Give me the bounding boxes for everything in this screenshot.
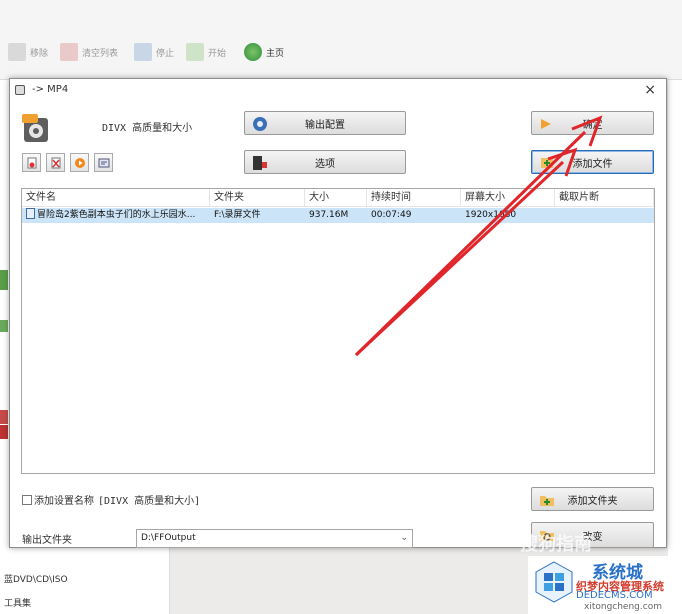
file-list[interactable]: 文件名 文件夹 大小 持续时间 屏幕大小 截取片断 冒险岛2紫色副本虫子们的水上…	[21, 188, 655, 474]
small-toolbar	[22, 153, 113, 172]
column-header-folder[interactable]: 文件夹	[210, 189, 305, 207]
bg-home-tool[interactable]: 主页	[244, 40, 284, 64]
clear-items-button[interactable]	[46, 153, 65, 172]
title-bar: -> MP4 ×	[10, 79, 666, 103]
info-icon	[98, 158, 109, 167]
cell-duration: 00:07:49	[371, 210, 412, 220]
output-settings-label: 输出配置	[305, 119, 345, 131]
output-folder-select[interactable]: D:\FFOutput ⌄	[136, 529, 413, 548]
add-setting-name-label: 添加设置名称	[34, 496, 94, 507]
add-setting-name-checkbox[interactable]	[22, 494, 32, 505]
output-folder-label: 输出文件夹	[22, 535, 72, 546]
clear-items-icon	[51, 157, 60, 168]
add-setting-name-option[interactable]: 添加设置名称 [DIVX 高质量和大小]	[22, 492, 200, 507]
bg-start-label: 开始	[208, 48, 227, 59]
background-toolbar: 移除 清空列表 停止 开始 主页	[0, 0, 682, 80]
cell-clip	[555, 208, 654, 223]
cell-size: 937.16M	[309, 210, 349, 220]
column-header-screen-size[interactable]: 屏幕大小	[461, 189, 555, 207]
bg-start-tool[interactable]: 开始	[186, 40, 226, 64]
table-row[interactable]: 冒险岛2紫色副本虫子们的水上乐园水... F:\录屏文件 937.16M 00:…	[22, 208, 654, 223]
video-file-icon	[26, 208, 35, 219]
sogou-watermark: 搜狗指南	[520, 534, 592, 555]
remove-item-button[interactable]	[22, 153, 41, 172]
bg-stripe	[0, 425, 8, 439]
cell-folder: F:\录屏文件	[214, 210, 261, 220]
options-button[interactable]: 选项	[244, 150, 406, 174]
bg-stripe	[0, 410, 8, 424]
setting-name-value: [DIVX 高质量和大小]	[98, 496, 201, 507]
bg-stripe	[0, 320, 8, 332]
windows-logo-icon	[535, 561, 573, 603]
options-label: 选项	[315, 158, 335, 170]
ok-label: 确定	[582, 119, 603, 131]
gear-icon	[253, 117, 267, 131]
output-folder-value: D:\FFOutput	[141, 533, 196, 543]
add-file-icon	[541, 158, 553, 168]
bg-stop-tool[interactable]: 停止	[134, 40, 174, 64]
film-icon	[253, 156, 267, 170]
bg-clear-label: 清空列表	[82, 48, 119, 59]
column-header-size[interactable]: 大小	[305, 189, 367, 207]
output-settings-button[interactable]: 输出配置	[244, 111, 406, 135]
clear-list-icon	[60, 43, 78, 61]
arrow-right-icon	[541, 119, 551, 129]
remove-icon	[8, 43, 26, 61]
site-domain: xitongcheng.com	[584, 602, 662, 612]
add-file-button[interactable]: 添加文件	[531, 150, 654, 174]
bg-tools-item[interactable]: 工具集	[4, 596, 31, 609]
bg-stop-label: 停止	[156, 48, 175, 59]
bg-home-label: 主页	[266, 48, 285, 59]
stop-icon	[134, 43, 152, 61]
home-icon	[244, 43, 262, 61]
column-header-duration[interactable]: 持续时间	[367, 189, 461, 207]
file-list-header: 文件名 文件夹 大小 持续时间 屏幕大小 截取片断	[22, 189, 654, 207]
bg-clear-tool[interactable]: 清空列表	[60, 40, 118, 64]
ok-button[interactable]: 确定	[531, 111, 654, 135]
play-button[interactable]	[70, 153, 89, 172]
convert-dialog: -> MP4 × DIVX 高质量和大小 输出配置 选项 确定 添加文件 文件名…	[9, 78, 667, 548]
remove-item-icon	[27, 157, 36, 168]
file-name-text: 冒险岛2紫色副本虫子们的水上乐园水...	[37, 210, 196, 220]
play-icon	[74, 157, 85, 168]
mp4-format-icon	[22, 114, 48, 142]
close-icon[interactable]: ×	[644, 82, 656, 98]
site-watermark: 系统城 织梦内容管理系统 DEDECMS.COM xitongcheng.com	[528, 556, 682, 614]
add-folder-button[interactable]: 添加文件夹	[531, 487, 654, 511]
start-icon	[186, 43, 204, 61]
add-folder-label: 添加文件夹	[567, 495, 618, 507]
cell-screen-size: 1920x1080	[465, 210, 517, 220]
chevron-down-icon: ⌄	[400, 533, 408, 543]
column-header-clip[interactable]: 截取片断	[555, 189, 654, 207]
app-icon	[15, 85, 25, 95]
column-header-name[interactable]: 文件名	[22, 189, 210, 207]
bg-stripe	[0, 270, 8, 290]
profile-label: DIVX 高质量和大小	[102, 123, 193, 134]
info-button[interactable]	[94, 153, 113, 172]
bg-remove-tool[interactable]: 移除	[8, 40, 48, 64]
bg-dvd-item[interactable]: 蓝DVD\CD\ISO	[4, 572, 68, 585]
background-right-panel	[668, 80, 682, 614]
cell-name: 冒险岛2紫色副本虫子们的水上乐园水...	[22, 208, 210, 223]
background-bottom-panel: 蓝DVD\CD\ISO 工具集	[0, 548, 170, 614]
site-url: DEDECMS.COM	[576, 590, 653, 601]
add-file-label: 添加文件	[572, 158, 613, 170]
dialog-title: -> MP4	[32, 84, 69, 95]
add-folder-icon	[540, 496, 554, 506]
bg-remove-label: 移除	[30, 48, 49, 59]
